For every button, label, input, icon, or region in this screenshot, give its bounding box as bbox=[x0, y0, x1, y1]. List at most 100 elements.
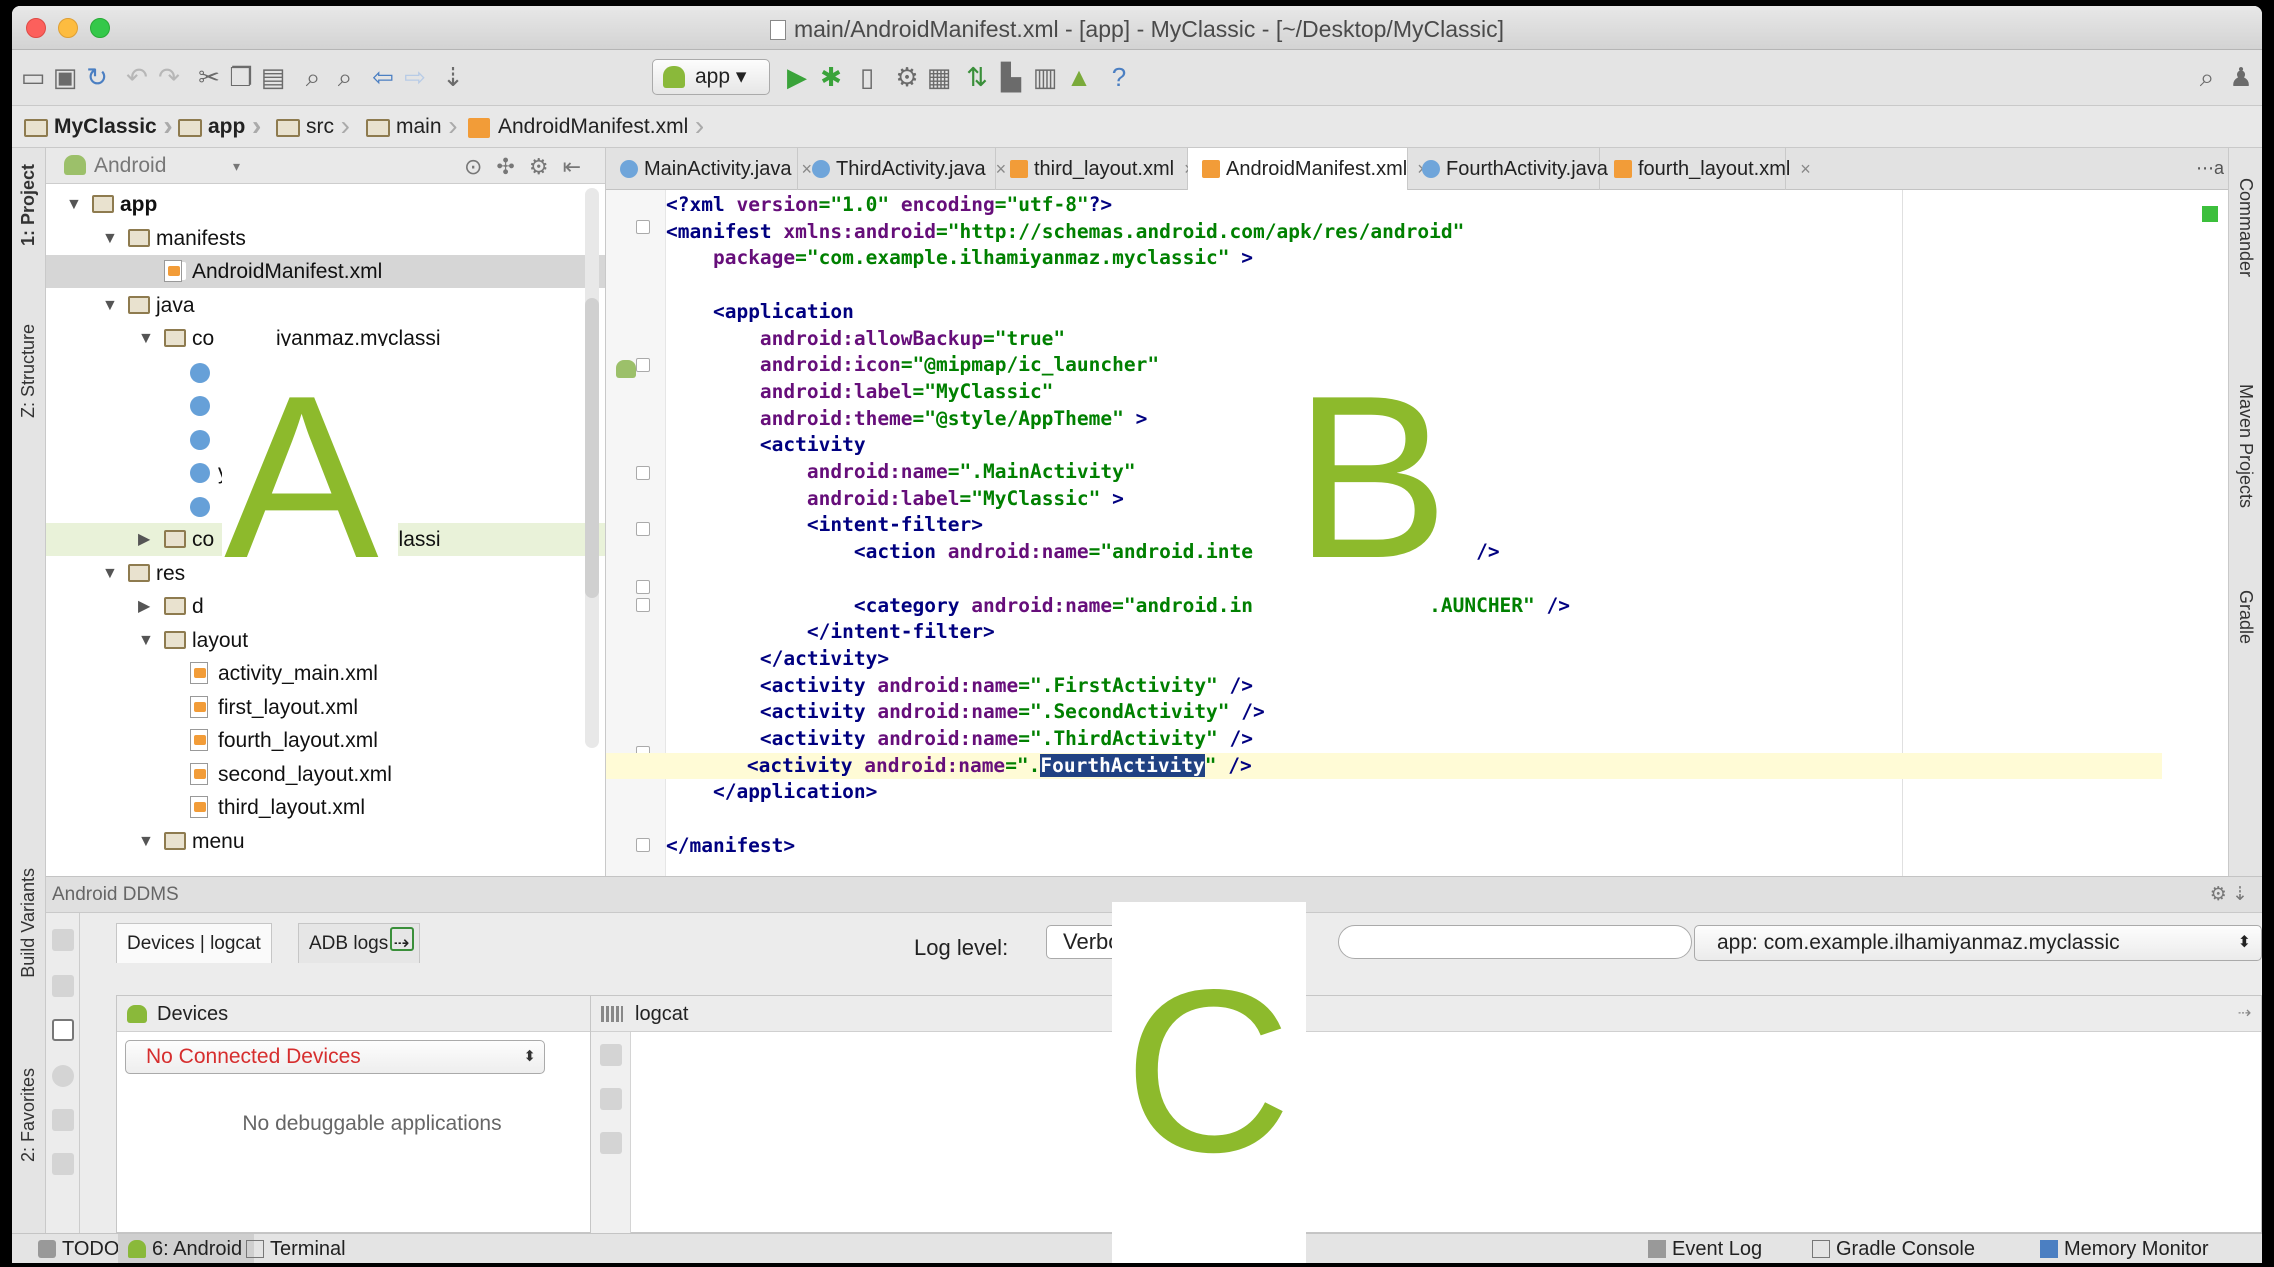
expand-arrow-icon[interactable]: ▼ bbox=[102, 557, 118, 590]
back-icon[interactable]: ⇦ bbox=[368, 62, 398, 92]
maven-tool-tab[interactable]: Maven Projects bbox=[2235, 384, 2256, 508]
sync-icon[interactable]: ↻ bbox=[82, 62, 112, 92]
expand-arrow-icon[interactable]: ▼ bbox=[138, 624, 154, 657]
editor-tab[interactable]: AndroidManifest.xml× bbox=[1188, 148, 1428, 190]
system-info-icon[interactable] bbox=[52, 975, 74, 997]
expand-arrow-icon[interactable]: ▼ bbox=[138, 825, 154, 858]
sync-scroll-icon[interactable]: ⊙ bbox=[464, 154, 496, 179]
search-icon[interactable]: ⌕ bbox=[2192, 62, 2222, 92]
sdk-manager-icon[interactable]: ⚙ bbox=[892, 62, 922, 92]
commander-tool-tab[interactable]: Commander bbox=[2235, 178, 2256, 277]
user-icon[interactable]: ♟ bbox=[2226, 62, 2256, 92]
expand-arrow-icon[interactable]: ▼ bbox=[138, 322, 154, 355]
todo-tool-button[interactable]: TODO bbox=[28, 1234, 131, 1263]
editor-tab[interactable]: ThirdActivity.java × bbox=[798, 148, 1006, 190]
editor-tab[interactable]: third_layout.xml× bbox=[996, 148, 1195, 190]
tree-item[interactable]: activity_main.xml bbox=[46, 657, 605, 690]
tree-scrollbar-thumb[interactable] bbox=[585, 298, 599, 598]
editor-tab[interactable]: MainActivity.java × bbox=[606, 148, 812, 190]
make-icon[interactable]: ⇣ bbox=[438, 62, 468, 92]
save-icon[interactable]: ▣ bbox=[50, 62, 80, 92]
structure-tool-tab[interactable]: Z: Structure bbox=[18, 324, 39, 418]
hide-panel-icon[interactable]: ⇤ bbox=[563, 154, 595, 179]
run-icon[interactable]: ▶ bbox=[782, 62, 812, 92]
collapse-arrow-icon[interactable]: ▶ bbox=[138, 590, 150, 623]
gradle-tool-tab[interactable]: Gradle bbox=[2235, 590, 2256, 644]
forward-icon[interactable]: ⇨ bbox=[400, 62, 430, 92]
memory-monitor-button[interactable]: Memory Monitor bbox=[2030, 1234, 2220, 1263]
gradle-console-button[interactable]: Gradle Console bbox=[1802, 1234, 1987, 1263]
tree-item[interactable]: second_layout.xml bbox=[46, 758, 605, 791]
gear-icon[interactable]: ⚙ bbox=[529, 154, 563, 179]
copy-icon[interactable]: ❐ bbox=[226, 62, 256, 92]
replace-icon[interactable]: ⌕ bbox=[330, 62, 360, 92]
expand-arrow-icon[interactable]: ▼ bbox=[66, 188, 82, 221]
fold-icon[interactable] bbox=[636, 466, 650, 480]
tree-item[interactable]: first_layout.xml bbox=[46, 691, 605, 724]
favorites-tool-tab[interactable]: 2: Favorites bbox=[18, 1068, 39, 1162]
tree-item[interactable]: ▼ app bbox=[46, 188, 605, 221]
up-arrow-icon[interactable] bbox=[600, 1132, 622, 1154]
scroll-to-end-icon[interactable] bbox=[600, 1088, 622, 1110]
sync-gradle-icon[interactable]: ⇅ bbox=[962, 62, 992, 92]
breadcrumb-project[interactable]: MyClassic › bbox=[20, 112, 173, 142]
fold-icon[interactable] bbox=[636, 580, 650, 594]
breadcrumb-module[interactable]: app › bbox=[174, 112, 261, 142]
gc-icon[interactable] bbox=[52, 1153, 74, 1175]
fold-icon[interactable] bbox=[636, 220, 650, 234]
device-monitor-icon[interactable]: ▙ bbox=[996, 62, 1026, 92]
breadcrumb-src[interactable]: src › bbox=[272, 112, 350, 142]
logcat-search-input[interactable] bbox=[1338, 925, 1692, 959]
avd-icon[interactable]: ▦ bbox=[924, 62, 954, 92]
expand-arrow-icon[interactable]: ▼ bbox=[102, 289, 118, 322]
tree-item[interactable]: ▼ java bbox=[46, 289, 605, 322]
event-log-button[interactable]: Event Log bbox=[1638, 1234, 1774, 1263]
android-monitor-icon[interactable]: ▲ bbox=[1064, 62, 1094, 92]
screen-record-icon[interactable] bbox=[52, 1019, 74, 1041]
terminal-tool-button[interactable]: Terminal bbox=[236, 1234, 358, 1263]
collapse-arrow-icon[interactable]: ▶ bbox=[138, 523, 150, 556]
find-icon[interactable]: ⌕ bbox=[298, 62, 328, 92]
close-icon[interactable]: × bbox=[1800, 159, 1811, 179]
fold-icon[interactable] bbox=[636, 598, 650, 612]
tree-item[interactable]: fourth_layout.xml bbox=[46, 724, 605, 757]
expand-arrow-icon[interactable]: ▼ bbox=[102, 222, 118, 255]
tabs-overflow-button[interactable]: ⋯a bbox=[2196, 158, 2224, 179]
layout-restore-icon[interactable] bbox=[390, 927, 414, 951]
tree-item[interactable]: third_layout.xml bbox=[46, 791, 605, 824]
attach-icon[interactable]: ▯ bbox=[852, 62, 882, 92]
debug-icon[interactable]: ✱ bbox=[816, 62, 846, 92]
ddms-icon[interactable]: ▥ bbox=[1030, 62, 1060, 92]
breadcrumb-main[interactable]: main › bbox=[362, 112, 458, 142]
breadcrumb-file[interactable]: AndroidManifest.xml › bbox=[464, 112, 704, 142]
editor-tab[interactable]: fourth_layout.xml × bbox=[1600, 148, 1811, 190]
tree-item[interactable]: ▼ layout bbox=[46, 624, 605, 657]
undo-icon[interactable]: ↶ bbox=[122, 62, 152, 92]
fold-icon[interactable] bbox=[636, 522, 650, 536]
editor-tab[interactable]: FourthActivity.java× bbox=[1408, 148, 1628, 190]
cut-icon[interactable]: ✂ bbox=[194, 62, 224, 92]
fold-icon[interactable] bbox=[636, 838, 650, 852]
project-view-select[interactable]: Android ▾ bbox=[64, 152, 244, 180]
tab-devices-logcat[interactable]: Devices | logcat bbox=[116, 923, 272, 963]
pin-icon[interactable]: ⇢ bbox=[2238, 996, 2251, 1032]
terminate-icon[interactable] bbox=[52, 1065, 74, 1087]
open-icon[interactable]: ▭ bbox=[18, 62, 48, 92]
run-config-select[interactable]: app ▾ bbox=[652, 59, 770, 95]
fold-icon[interactable] bbox=[636, 358, 650, 372]
tree-item[interactable]: ▼ menu bbox=[46, 825, 605, 858]
trash-icon[interactable] bbox=[600, 1044, 622, 1066]
redo-icon[interactable]: ↷ bbox=[154, 62, 184, 92]
restart-icon[interactable] bbox=[52, 1109, 74, 1131]
android-gutter-icon[interactable] bbox=[616, 360, 636, 378]
screenshot-icon[interactable] bbox=[52, 929, 74, 951]
project-tool-tab[interactable]: 1: Project bbox=[18, 164, 39, 246]
build-variants-tool-tab[interactable]: Build Variants bbox=[18, 868, 39, 978]
paste-icon[interactable]: ▤ bbox=[258, 62, 288, 92]
tree-item[interactable]: AndroidManifest.xml bbox=[46, 255, 605, 288]
tree-item[interactable]: ▼ manifests bbox=[46, 222, 605, 255]
collapse-all-icon[interactable]: ✣ bbox=[496, 154, 528, 179]
ddms-settings-icon[interactable]: ⚙ ⇣ bbox=[2210, 877, 2248, 913]
app-filter-select[interactable]: app: com.example.ilhamiyanmaz.myclassic ⬍ bbox=[1694, 925, 2262, 961]
android-tool-button[interactable]: 6: Android bbox=[118, 1234, 255, 1263]
